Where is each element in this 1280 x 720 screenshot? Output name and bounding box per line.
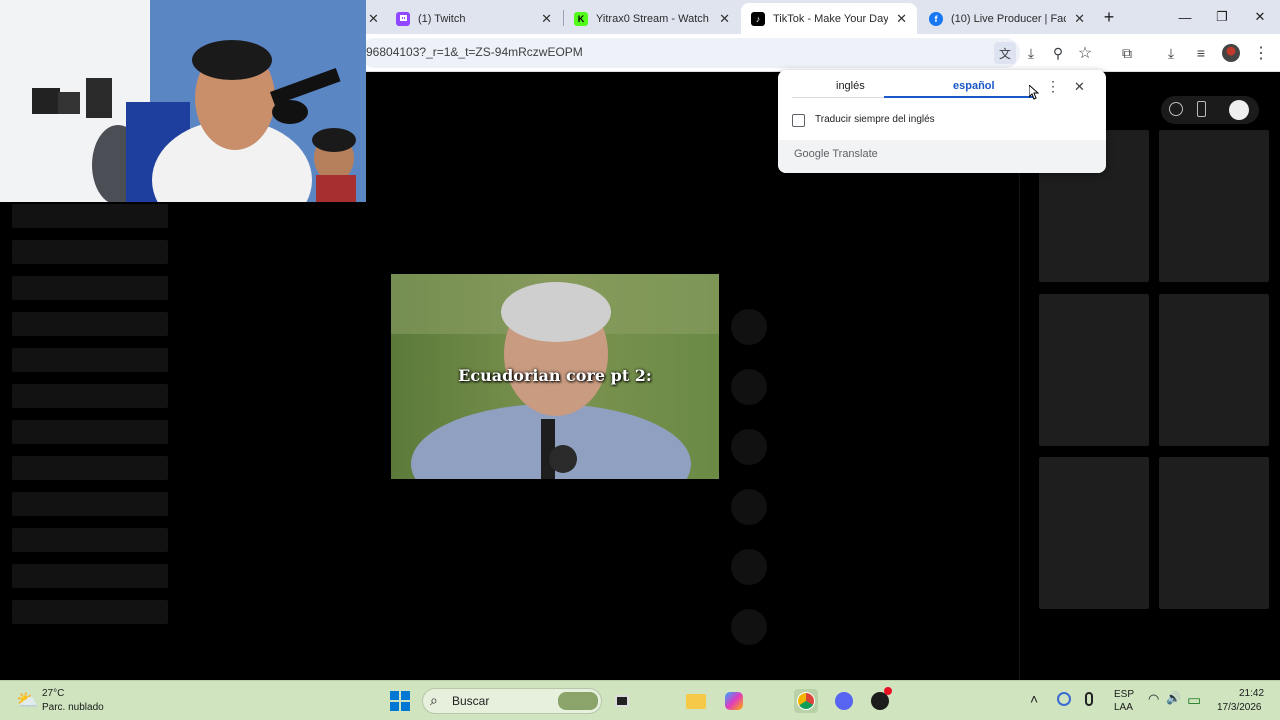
twitch-icon	[396, 11, 410, 26]
skeleton-nav-item	[12, 348, 168, 372]
always-translate-label: Traducir siempre del inglés	[815, 114, 935, 125]
task-view-icon[interactable]	[610, 689, 634, 713]
tab-close-icon[interactable]: ✕	[541, 11, 552, 27]
lang-tab-target[interactable]: español	[953, 80, 995, 92]
lang-tab-source[interactable]: inglés	[836, 80, 865, 92]
video-thumbnail[interactable]	[1039, 294, 1149, 446]
like-button[interactable]	[731, 309, 767, 345]
mouse-cursor-icon	[1029, 85, 1039, 100]
scroll-up-button[interactable]	[731, 549, 767, 585]
tab-close-icon[interactable]: ✕	[896, 11, 907, 27]
scroll-down-button[interactable]	[731, 609, 767, 645]
windows-start-icon[interactable]	[388, 689, 412, 713]
share-button[interactable]	[731, 489, 767, 525]
user-avatar[interactable]	[1229, 100, 1249, 120]
url-text[interactable]: 96804103?_r=1&_t=ZS-94mRczwEOPM	[366, 45, 583, 59]
search-icon: ⌕	[430, 692, 438, 708]
tiktok-icon: ♪	[751, 11, 765, 26]
weather-temp[interactable]: 27°C	[42, 688, 64, 699]
video-thumbnail[interactable]	[1159, 130, 1269, 282]
video-thumbnail[interactable]	[1039, 457, 1149, 609]
skeleton-nav-item	[12, 492, 168, 516]
browser-menu-icon[interactable]: ⋮	[1250, 42, 1272, 64]
mobile-icon[interactable]	[1197, 101, 1206, 117]
tab-facebook[interactable]: f (10) Live Producer | Facebook ✕	[919, 3, 1095, 34]
tab-close-icon[interactable]: ✕	[1074, 11, 1085, 27]
profile-avatar[interactable]	[1220, 42, 1242, 64]
skeleton-nav-item	[12, 312, 168, 336]
skeleton-nav-item	[12, 204, 168, 228]
video-player[interactable]: Ecuadorian core pt 2:	[391, 274, 719, 479]
skeleton-nav-item	[12, 528, 168, 552]
skeleton-nav-item	[12, 384, 168, 408]
webcam-overlay	[0, 0, 366, 202]
video-thumbnail[interactable]	[1159, 457, 1269, 609]
google-wordmark: Google	[794, 148, 830, 160]
microphone-icon[interactable]	[1085, 692, 1093, 706]
search-highlight-image	[558, 692, 598, 710]
tab-twitch[interactable]: (1) Twitch ✕	[386, 3, 562, 34]
comment-button[interactable]	[731, 369, 767, 405]
clock-time[interactable]: 21:42	[1239, 688, 1264, 699]
compass-icon[interactable]	[1169, 102, 1183, 116]
tab-kick-stream[interactable]: K Yitrax0 Stream - Watch Live ✕	[564, 3, 740, 34]
install-app-icon[interactable]: ⤓	[1020, 42, 1042, 64]
language-top[interactable]: ESP	[1114, 689, 1134, 700]
media-control-icon[interactable]: ≡	[1190, 42, 1212, 64]
weather-desc[interactable]: Parc. nublado	[42, 702, 104, 713]
bookmark-button[interactable]	[731, 429, 767, 465]
skeleton-nav-item	[12, 600, 168, 624]
skeleton-nav-item	[12, 276, 168, 300]
battery-icon[interactable]: ▭	[1187, 691, 1201, 709]
tab-title: (1) Twitch	[418, 12, 466, 25]
downloads-icon[interactable]: ⤓	[1160, 42, 1182, 64]
file-explorer-icon[interactable]	[684, 689, 708, 713]
onedrive-icon[interactable]	[1057, 692, 1071, 706]
tab-title: TikTok - Make Your Day	[773, 12, 889, 25]
weather-icon[interactable]: ⛅	[16, 690, 38, 711]
translate-wordmark: Translate	[832, 148, 878, 160]
popup-close-icon[interactable]: ✕	[1074, 79, 1085, 95]
language-bottom[interactable]: LAA	[1114, 702, 1133, 713]
google-translate-logo: Google Translate	[794, 148, 878, 160]
tab-title: (10) Live Producer | Facebook	[951, 12, 1067, 25]
restore-button[interactable]: ❐	[1207, 6, 1237, 28]
translate-popup: inglés español ⋮ ✕ Traducir siempre del …	[778, 70, 1106, 173]
obs-icon[interactable]	[868, 687, 892, 713]
wifi-icon[interactable]: ◠	[1148, 691, 1159, 707]
facebook-icon: f	[929, 11, 943, 26]
skeleton-nav-item	[12, 240, 168, 264]
skeleton-nav-item	[12, 456, 168, 480]
tab-close-icon[interactable]: ✕	[719, 11, 730, 27]
video-controls-pill	[1161, 96, 1259, 124]
tab-tiktok[interactable]: ♪ TikTok - Make Your Day ✕	[741, 3, 917, 34]
skeleton-nav-item	[12, 420, 168, 444]
copilot-icon[interactable]	[722, 689, 746, 713]
video-caption: Ecuadorian core pt 2:	[458, 366, 652, 385]
tab-close-icon[interactable]: ✕	[368, 11, 379, 27]
always-translate-checkbox[interactable]	[792, 114, 805, 127]
show-hidden-icons[interactable]: ˄	[1030, 691, 1038, 707]
new-tab-button[interactable]: +	[1094, 6, 1124, 28]
volume-icon[interactable]: 🔊	[1166, 691, 1181, 705]
bookmark-star-icon[interactable]: ☆	[1074, 42, 1096, 64]
clock-date[interactable]: 17/3/2026	[1217, 702, 1262, 713]
zoom-icon[interactable]: ⚲	[1047, 42, 1069, 64]
skeleton-nav-item	[12, 564, 168, 588]
chrome-icon[interactable]	[794, 689, 818, 713]
video-thumbnail[interactable]	[1159, 294, 1269, 446]
close-window-button[interactable]: ✕	[1245, 6, 1275, 28]
translate-icon[interactable]: 文	[994, 42, 1016, 64]
kick-icon: K	[574, 11, 588, 26]
windows-taskbar: ⛅ 27°C Parc. nublado ⌕ Buscar ˄ ESP LAA …	[0, 680, 1280, 720]
search-placeholder: Buscar	[452, 694, 490, 708]
popup-more-icon[interactable]: ⋮	[1046, 78, 1060, 95]
webcam-feed	[0, 0, 366, 202]
discord-icon[interactable]	[832, 689, 856, 713]
notification-badge	[884, 687, 892, 695]
extensions-icon[interactable]: ⧉	[1116, 42, 1138, 64]
lang-tab-indicator	[884, 96, 1034, 98]
tab-title: Yitrax0 Stream - Watch Live	[596, 12, 711, 25]
minimize-button[interactable]: —	[1170, 6, 1200, 28]
